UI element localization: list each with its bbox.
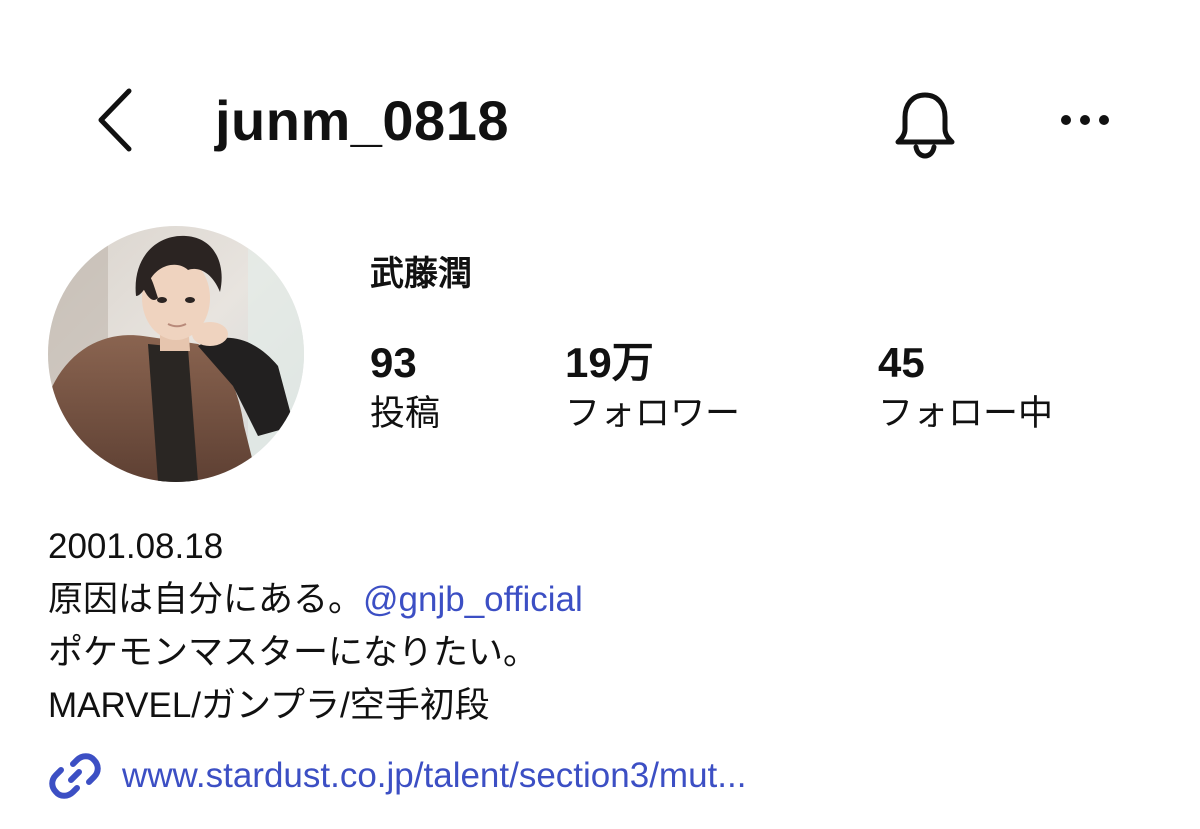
chevron-left-icon <box>98 88 132 152</box>
stat-following[interactable]: 45 フォロー中 <box>878 338 1053 438</box>
profile-bio: 2001.08.18 原因は自分にある。@gnjb_official ポケモンマ… <box>48 520 1148 732</box>
stat-followers-count: 19万 <box>565 339 654 386</box>
back-button[interactable] <box>80 85 150 155</box>
bio-mention-link[interactable]: @gnjb_official <box>363 580 583 619</box>
stat-following-count: 45 <box>878 339 925 386</box>
notifications-button[interactable] <box>885 84 965 164</box>
website-link-text[interactable]: www.stardust.co.jp/talent/section3/mut..… <box>122 748 746 804</box>
stat-posts-count: 93 <box>370 339 417 386</box>
profile-username: junm_0818 <box>215 89 509 152</box>
bio-birthday: 2001.08.18 <box>48 527 224 566</box>
bio-line-interests: MARVEL/ガンプラ/空手初段 <box>48 686 490 725</box>
top-navigation-bar: junm_0818 <box>0 60 1200 180</box>
more-options-button[interactable] <box>1050 90 1120 150</box>
more-horizontal-icon <box>1061 115 1109 125</box>
link-icon <box>48 749 102 803</box>
stat-followers-label: フォロワー <box>565 394 741 433</box>
avatar-photo <box>48 226 304 482</box>
stat-posts-label: 投稿 <box>370 394 441 433</box>
bio-motto-text: 原因は自分にある。 <box>48 580 364 619</box>
bio-line-dream: ポケモンマスターになりたい。 <box>48 633 539 672</box>
stat-followers[interactable]: 19万 フォロワー <box>565 338 740 438</box>
website-link[interactable]: www.stardust.co.jp/talent/section3/mut..… <box>48 748 746 804</box>
bell-icon <box>895 92 955 159</box>
stat-posts[interactable]: 93 投稿 <box>370 338 440 438</box>
profile-avatar[interactable] <box>48 226 304 482</box>
stat-following-label: フォロー中 <box>878 394 1054 433</box>
profile-display-name: 武藤潤 <box>370 255 472 293</box>
bio-line-motto: 原因は自分にある。@gnjb_official <box>48 573 1148 626</box>
